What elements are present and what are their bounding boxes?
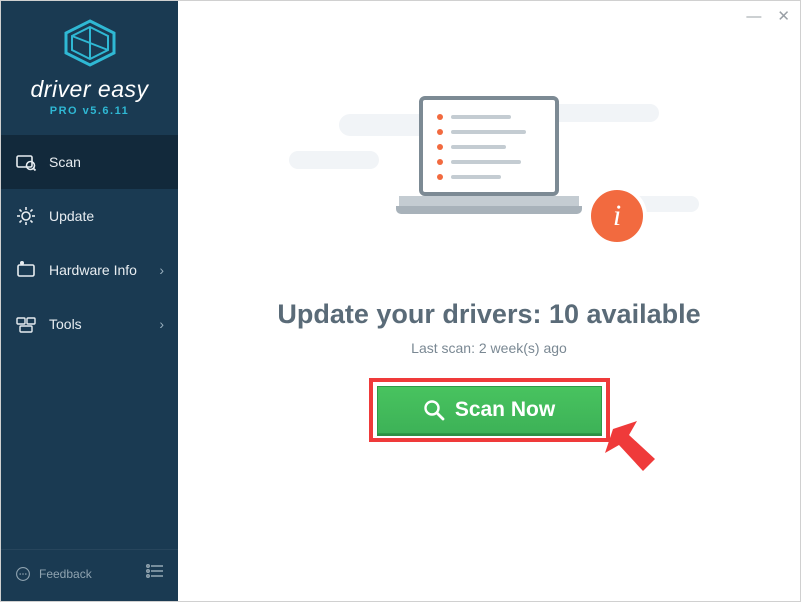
- close-button[interactable]: ✕: [777, 7, 790, 25]
- brand-version: PRO v5.6.11: [1, 105, 178, 117]
- update-gear-icon: [15, 205, 37, 227]
- chevron-right-icon: ›: [159, 262, 164, 278]
- available-count: 10: [549, 299, 579, 329]
- logo-area: driver easy PRO v5.6.11: [1, 1, 178, 129]
- annotation-arrow-icon: [595, 416, 675, 491]
- laptop-illustration: i: [349, 96, 629, 266]
- brand-name: driver easy: [1, 76, 178, 103]
- app-window: driver easy PRO v5.6.11 Scan Update H: [0, 0, 801, 602]
- chat-icon: [15, 566, 31, 582]
- titlebar: — ✕: [178, 1, 800, 31]
- nav-label: Hardware Info: [49, 262, 137, 278]
- nav-tools[interactable]: Tools ›: [1, 297, 178, 351]
- heading-prefix: Update your drivers:: [277, 299, 549, 329]
- scan-button-label: Scan Now: [455, 398, 555, 422]
- scan-button-highlight: Scan Now: [369, 378, 610, 442]
- main-panel: — ✕ i: [178, 1, 800, 601]
- feedback-link[interactable]: Feedback: [15, 566, 92, 582]
- hardware-icon: [15, 259, 37, 281]
- sidebar-footer: Feedback: [1, 549, 178, 601]
- scan-now-button[interactable]: Scan Now: [377, 386, 602, 434]
- heading-suffix: available: [579, 299, 701, 329]
- scan-icon: [15, 151, 37, 173]
- page-heading: Update your drivers: 10 available: [178, 299, 800, 330]
- nav-update[interactable]: Update: [1, 189, 178, 243]
- menu-list-icon[interactable]: [146, 564, 164, 583]
- nav-hardware-info[interactable]: Hardware Info ›: [1, 243, 178, 297]
- sidebar: driver easy PRO v5.6.11 Scan Update H: [1, 1, 178, 601]
- search-icon: [423, 399, 445, 421]
- nav-scan[interactable]: Scan: [1, 135, 178, 189]
- nav-label: Update: [49, 208, 94, 224]
- nav-label: Tools: [49, 316, 82, 332]
- chevron-right-icon: ›: [159, 316, 164, 332]
- minimize-button[interactable]: —: [746, 8, 761, 25]
- feedback-label: Feedback: [39, 567, 92, 581]
- content-area: i Update your drivers: 10 available Last…: [178, 31, 800, 442]
- tools-icon: [15, 313, 37, 335]
- info-badge-icon: i: [587, 186, 647, 246]
- logo-icon: [62, 19, 118, 72]
- nav-label: Scan: [49, 154, 81, 170]
- nav: Scan Update Hardware Info › Tools: [1, 135, 178, 351]
- last-scan-text: Last scan: 2 week(s) ago: [178, 340, 800, 356]
